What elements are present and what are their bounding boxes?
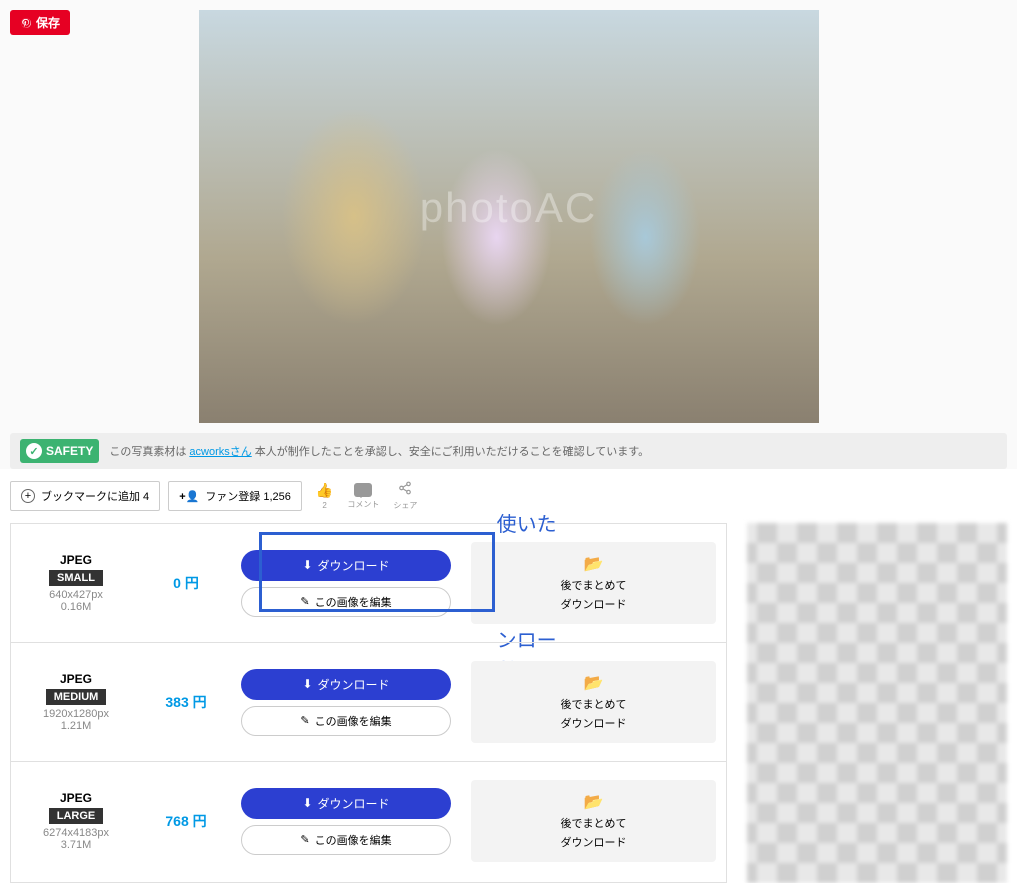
edit-icon: ✎ (300, 833, 309, 846)
bulk-download-button[interactable]: 📂 後でまとめて ダウンロード (471, 780, 716, 862)
price-label: 0 円 (141, 573, 231, 593)
comment-button[interactable]: コメント (347, 483, 379, 510)
bulk-line2: ダウンロード (561, 596, 627, 612)
table-row: JPEG LARGE 6274x4183px 3.71M 768 円 ⬇ ダウン… (11, 762, 726, 880)
user-plus-icon: +👤 (179, 490, 199, 503)
format-label: JPEG (11, 672, 141, 686)
download-icon: ⬇ (302, 796, 312, 810)
safety-notice: ✓ SAFETY この写真素材は acworksさん 本人が制作したことを承認し… (10, 433, 1007, 469)
bulk-line2: ダウンロード (561, 715, 627, 731)
pinterest-save-label: 保存 (36, 14, 60, 31)
thumbs-up-icon: 👍 (316, 482, 333, 499)
download-btn-label: ダウンロード (318, 795, 390, 812)
bulk-download-button[interactable]: 📂 後でまとめて ダウンロード (471, 661, 716, 743)
like-count: 2 (322, 501, 326, 510)
edit-btn-label: この画像を編集 (315, 713, 392, 729)
download-btn-label: ダウンロード (318, 676, 390, 693)
highlight-annotation (259, 532, 495, 612)
safety-badge-label: SAFETY (46, 444, 93, 458)
format-label: JPEG (11, 553, 141, 567)
share-button[interactable]: シェア (393, 481, 417, 511)
dimensions-label: 640x427px (11, 589, 141, 601)
bulk-line1: 後でまとめて (561, 815, 627, 831)
check-icon: ✓ (26, 443, 42, 459)
sidebar-blurred (747, 523, 1007, 883)
fan-label: ファン登録 1,256 (205, 488, 291, 504)
bulk-line2: ダウンロード (561, 834, 627, 850)
filesize-label: 3.71M (11, 839, 141, 851)
dimensions-label: 1920x1280px (11, 708, 141, 720)
author-link[interactable]: acworksさん (189, 446, 251, 458)
bookmark-label: ブックマークに追加 4 (41, 488, 149, 504)
share-label: シェア (393, 500, 417, 511)
table-row: JPEG SMALL 640x427px 0.16M 0 円 ⬇ ダウンロード … (11, 524, 726, 643)
plus-circle-icon: + (21, 489, 35, 503)
pinterest-save-button[interactable]: 保存 (10, 10, 70, 35)
download-table: JPEG SMALL 640x427px 0.16M 0 円 ⬇ ダウンロード … (10, 523, 727, 883)
size-tag: MEDIUM (46, 689, 107, 705)
main-preview-image: photoAC (199, 10, 819, 423)
filesize-label: 1.21M (11, 720, 141, 732)
pinterest-icon (20, 17, 32, 29)
folder-icon: 📂 (584, 554, 604, 574)
size-tag: LARGE (49, 808, 104, 824)
safety-text: この写真素材は acworksさん 本人が制作したことを承認し、安全にご利用いた… (109, 443, 649, 459)
edit-button[interactable]: ✎ この画像を編集 (241, 706, 451, 736)
edit-btn-label: この画像を編集 (315, 832, 392, 848)
edit-button[interactable]: ✎ この画像を編集 (241, 825, 451, 855)
edit-icon: ✎ (300, 714, 309, 727)
folder-icon: 📂 (584, 792, 604, 812)
download-button[interactable]: ⬇ ダウンロード (241, 669, 451, 700)
bulk-download-button[interactable]: 📂 後でまとめて ダウンロード (471, 542, 716, 624)
share-icon (397, 481, 413, 498)
like-button[interactable]: 👍 2 (316, 482, 333, 510)
download-button[interactable]: ⬇ ダウンロード (241, 788, 451, 819)
size-tag: SMALL (49, 570, 103, 586)
dimensions-label: 6274x4183px (11, 827, 141, 839)
bulk-line1: 後でまとめて (561, 577, 627, 593)
folder-icon: 📂 (584, 673, 604, 693)
comment-icon (354, 483, 372, 497)
table-row: JPEG MEDIUM 1920x1280px 1.21M 383 円 ⬇ ダウ… (11, 643, 726, 762)
format-label: JPEG (11, 791, 141, 805)
watermark-text: photoAC (420, 184, 597, 232)
price-label: 383 円 (141, 692, 231, 712)
safety-badge: ✓ SAFETY (20, 439, 99, 463)
filesize-label: 0.16M (11, 601, 141, 613)
download-icon: ⬇ (302, 677, 312, 691)
price-label: 768 円 (141, 811, 231, 831)
bulk-line1: 後でまとめて (561, 696, 627, 712)
fan-register-button[interactable]: +👤 ファン登録 1,256 (168, 481, 302, 511)
bookmark-button[interactable]: + ブックマークに追加 4 (10, 481, 160, 511)
